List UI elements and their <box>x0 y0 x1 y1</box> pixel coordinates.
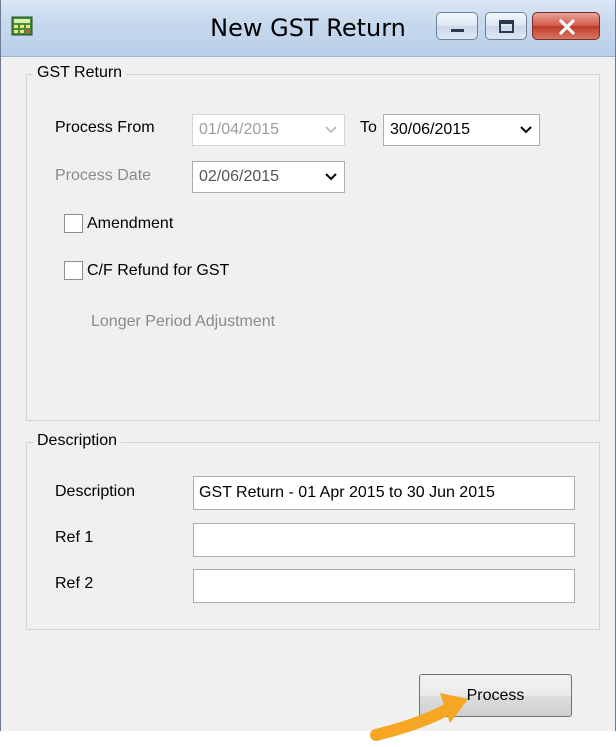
description-group: Description Description GST Return - 01 … <box>26 432 600 630</box>
longer-period-adjustment-label: Longer Period Adjustment <box>91 313 276 330</box>
to-date-value: 30/06/2015 <box>390 121 471 138</box>
process-date-label: Process Date <box>55 167 152 184</box>
process-date-select[interactable]: 02/06/2015 <box>192 161 345 193</box>
gst-return-group: GST Return Process From 01/04/2015 To 30… <box>26 64 600 421</box>
chevron-down-icon <box>325 126 337 134</box>
cf-refund-checkbox[interactable]: C/F Refund for GST <box>64 261 229 280</box>
chevron-down-icon <box>520 126 532 134</box>
process-date-value: 02/06/2015 <box>199 168 280 185</box>
amendment-checkbox-box[interactable] <box>64 214 83 233</box>
to-label: To <box>360 119 377 136</box>
minimize-button[interactable] <box>436 12 478 40</box>
minimize-icon <box>451 29 464 32</box>
ref1-field[interactable] <box>193 523 575 557</box>
cf-refund-label: C/F Refund for GST <box>87 261 230 279</box>
chevron-down-icon <box>325 173 337 181</box>
process-from-value: 01/04/2015 <box>199 121 280 138</box>
ref1-label: Ref 1 <box>55 529 94 546</box>
maximize-icon <box>499 20 514 33</box>
amendment-checkbox[interactable]: Amendment <box>64 214 173 233</box>
description-field[interactable]: GST Return - 01 Apr 2015 to 30 Jun 2015 <box>193 476 575 510</box>
dialog-content: GST Return Process From 01/04/2015 To 30… <box>11 57 605 741</box>
process-from-select[interactable]: 01/04/2015 <box>192 114 345 146</box>
pointer-arrow-icon <box>370 693 468 741</box>
ref2-field[interactable] <box>193 569 575 603</box>
close-button[interactable] <box>532 12 600 40</box>
amendment-label: Amendment <box>87 214 174 232</box>
close-icon <box>559 19 575 35</box>
gst-return-legend: GST Return <box>33 64 127 82</box>
process-from-label: Process From <box>55 119 155 136</box>
cf-refund-checkbox-box[interactable] <box>64 261 83 280</box>
title-bar: New GST Return <box>1 0 615 57</box>
description-label: Description <box>55 483 136 500</box>
description-legend: Description <box>33 432 122 450</box>
maximize-button[interactable] <box>485 12 527 40</box>
ref2-label: Ref 2 <box>55 575 94 592</box>
to-date-select[interactable]: 30/06/2015 <box>383 114 540 146</box>
new-gst-return-window: New GST Return GST Return Process From 0… <box>0 0 616 741</box>
